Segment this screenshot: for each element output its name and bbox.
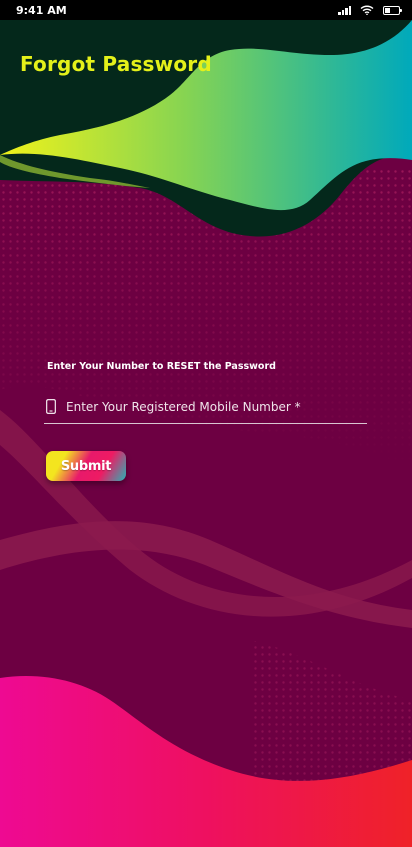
status-bar: 9:41 AM — [0, 0, 412, 20]
phone-icon — [46, 399, 56, 414]
mobile-number-input[interactable] — [66, 397, 356, 417]
wifi-icon — [360, 5, 374, 15]
battery-icon — [383, 5, 402, 15]
instruction-text: Enter Your Number to RESET the Password — [47, 361, 276, 372]
signal-icon — [338, 5, 351, 15]
page-title: Forgot Password — [20, 52, 212, 76]
submit-button[interactable]: Submit — [46, 451, 126, 481]
mobile-field[interactable] — [44, 397, 367, 424]
status-time: 9:41 AM — [16, 3, 67, 17]
status-icons — [338, 5, 402, 15]
